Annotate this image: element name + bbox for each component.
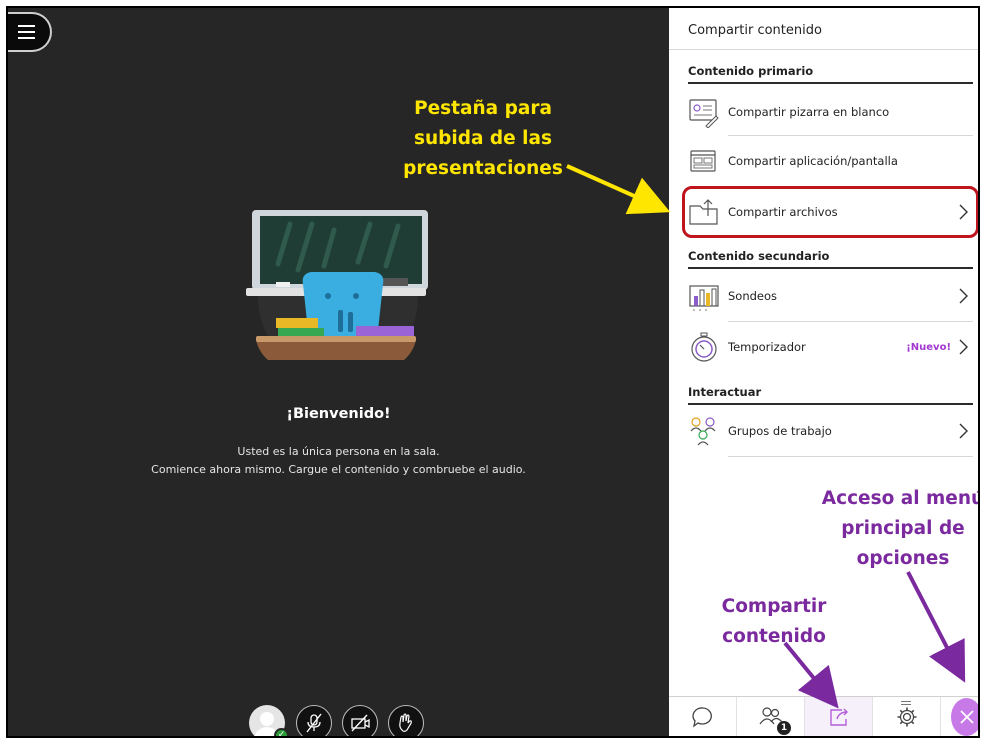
breakout-groups-icon — [690, 417, 716, 446]
close-panel-button[interactable] — [941, 697, 978, 736]
highlight-share-files — [682, 186, 978, 238]
welcome-title: ¡Bienvenido! — [286, 406, 391, 422]
chat-bubble-icon — [691, 707, 712, 728]
share-whiteboard-item[interactable]: Compartir pizarra en blanco — [688, 90, 973, 134]
divider — [669, 49, 978, 50]
divider — [688, 267, 973, 269]
welcome-message-line: Comience ahora mismo. Cargue el contenid… — [151, 463, 526, 476]
divider — [728, 456, 973, 457]
gear-icon — [897, 707, 916, 727]
poll-chart-icon — [689, 285, 719, 311]
chevron-right-icon — [959, 288, 968, 304]
divider — [728, 321, 973, 322]
section-secondary-content: Contenido secundario — [688, 249, 830, 263]
attendee-count-badge: 1 — [777, 721, 791, 735]
tab-chat[interactable] — [669, 697, 737, 736]
stopwatch-icon — [691, 332, 717, 362]
session-room: ¡Bienvenido! Usted es la única persona e… — [8, 8, 669, 736]
new-badge: ¡Nuevo! — [906, 341, 951, 353]
tab-attendees[interactable]: 1 — [737, 697, 805, 736]
breakout-groups-label: Grupos de trabajo — [728, 424, 832, 438]
close-icon — [959, 710, 974, 724]
application-window-icon — [690, 150, 716, 172]
welcome-message-line: Usted es la única persona en la sala. — [237, 445, 440, 458]
tab-share-content[interactable] — [805, 697, 911, 736]
whiteboard-icon — [689, 99, 719, 128]
share-whiteboard-label: Compartir pizarra en blanco — [728, 105, 890, 119]
divider — [728, 135, 973, 136]
hamburger-icon — [18, 25, 35, 27]
camera-off-icon — [351, 714, 370, 732]
raise-hand-button[interactable] — [388, 705, 424, 736]
chevron-right-icon — [959, 339, 968, 355]
collaborate-window: ¡Bienvenido! Usted es la única persona e… — [6, 6, 980, 738]
camera-button[interactable] — [342, 705, 378, 736]
annotation-share-content: Compartir contenido — [721, 596, 827, 647]
chevron-right-icon — [959, 423, 968, 439]
raise-hand-icon — [399, 713, 412, 732]
divider — [688, 82, 973, 84]
polls-item[interactable]: Sondeos — [688, 274, 973, 318]
timer-item[interactable]: Temporizador ¡Nuevo! — [688, 325, 973, 369]
status-check-icon: ✓ — [274, 728, 289, 736]
microphone-button[interactable] — [296, 705, 332, 736]
main-menu-button[interactable] — [8, 12, 52, 52]
breakout-groups-item[interactable]: Grupos de trabajo — [688, 409, 973, 453]
share-icon — [829, 708, 848, 726]
section-primary-content: Contenido primario — [688, 64, 814, 78]
annotation-upload-tab: Pestaña para subida de las presentacione… — [403, 98, 563, 179]
timer-label: Temporizador — [728, 340, 806, 354]
panel-title: Compartir contenido — [688, 23, 822, 38]
divider — [688, 403, 973, 405]
share-app-screen-label: Compartir aplicación/pantalla — [728, 154, 898, 168]
microphone-muted-icon — [306, 713, 322, 733]
annotation-main-menu: Acceso al menú principal de opciones — [821, 488, 980, 569]
section-interact: Interactuar — [688, 385, 762, 399]
share-app-screen-item[interactable]: Compartir aplicación/pantalla — [688, 139, 973, 183]
collaborate-panel-tabs: 1 — [669, 696, 978, 736]
tab-settings[interactable] — [873, 697, 941, 736]
polls-label: Sondeos — [728, 289, 778, 303]
share-content-panel: Compartir contenido Contenido primario C… — [669, 8, 980, 736]
welcome-illustration — [246, 210, 428, 360]
